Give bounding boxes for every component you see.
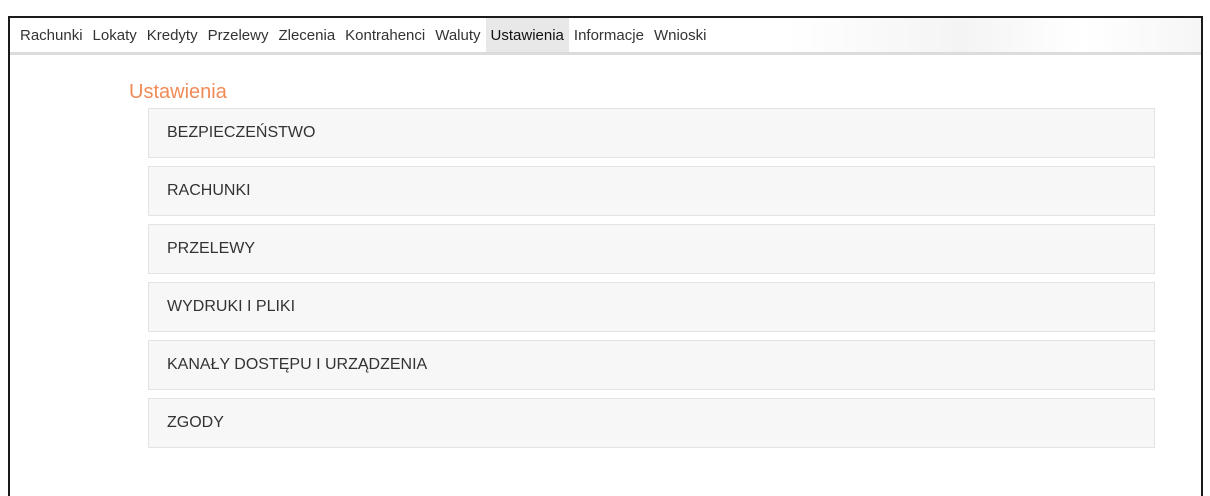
- nav-item-waluty[interactable]: Waluty: [430, 18, 485, 52]
- app-window: Rachunki Lokaty Kredyty Przelewy Zleceni…: [8, 16, 1203, 496]
- nav-item-przelewy[interactable]: Przelewy: [203, 18, 274, 52]
- nav-item-kontrahenci[interactable]: Kontrahenci: [340, 18, 430, 52]
- settings-item-rachunki[interactable]: RACHUNKI: [148, 166, 1155, 216]
- main-nav: Rachunki Lokaty Kredyty Przelewy Zleceni…: [10, 18, 1201, 55]
- settings-item-przelewy[interactable]: PRZELEWY: [148, 224, 1155, 274]
- nav-item-rachunki[interactable]: Rachunki: [10, 18, 88, 52]
- nav-item-informacje[interactable]: Informacje: [569, 18, 649, 52]
- settings-item-bezpieczenstwo[interactable]: BEZPIECZEŃSTWO: [148, 108, 1155, 158]
- nav-item-kredyty[interactable]: Kredyty: [142, 18, 203, 52]
- settings-list: BEZPIECZEŃSTWO RACHUNKI PRZELEWY WYDRUKI…: [148, 108, 1155, 456]
- nav-item-wnioski[interactable]: Wnioski: [649, 18, 712, 52]
- settings-item-wydruki-i-pliki[interactable]: WYDRUKI I PLIKI: [148, 282, 1155, 332]
- settings-item-zgody[interactable]: ZGODY: [148, 398, 1155, 448]
- nav-item-lokaty[interactable]: Lokaty: [88, 18, 142, 52]
- page-title: Ustawienia: [129, 81, 227, 103]
- nav-item-zlecenia[interactable]: Zlecenia: [273, 18, 340, 52]
- settings-item-kanaly-dostepu[interactable]: KANAŁY DOSTĘPU I URZĄDZENIA: [148, 340, 1155, 390]
- nav-item-ustawienia[interactable]: Ustawienia: [485, 18, 569, 52]
